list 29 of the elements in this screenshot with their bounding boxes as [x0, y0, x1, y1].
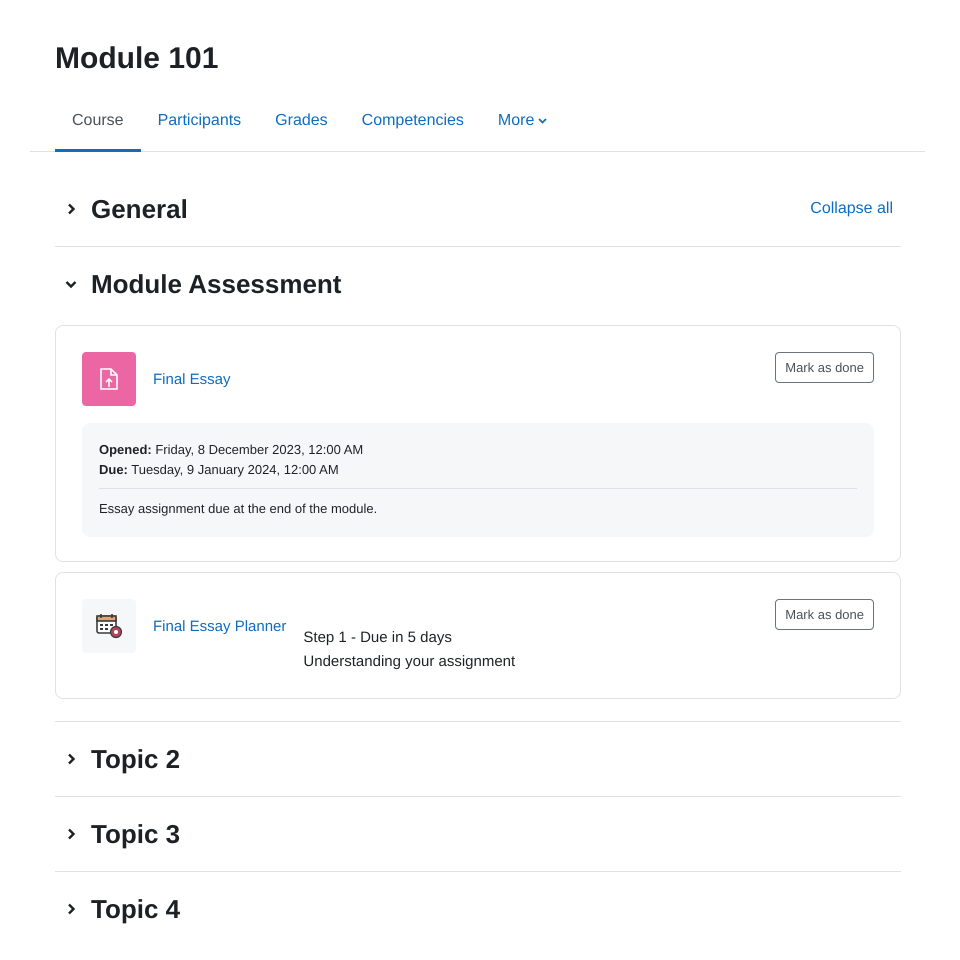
chevron-right-icon[interactable] — [65, 753, 77, 765]
chevron-down-icon[interactable] — [65, 278, 77, 290]
section-title[interactable]: Topic 2 — [91, 744, 901, 774]
caret-icon — [538, 118, 548, 124]
section-title[interactable]: Topic 3 — [91, 818, 901, 850]
activity-link[interactable]: Final Essay Planner — [153, 618, 286, 635]
chevron-right-icon[interactable] — [65, 903, 77, 915]
nav-tab[interactable]: Course — [55, 100, 141, 152]
nav-tab[interactable]: Participants — [140, 100, 258, 152]
section-title[interactable]: Module Assessment — [91, 268, 901, 300]
section-title[interactable]: Topic 4 — [91, 894, 901, 924]
activity-link[interactable]: Final Essay — [153, 371, 231, 388]
mark-as-done-button[interactable]: Mark as done — [775, 352, 874, 383]
nav-tab[interactable]: More — [480, 100, 564, 152]
activity-description: Step 1 - Due in 5 days — [303, 628, 453, 648]
activity-description: Essay assignment due at the end of the module. — [99, 500, 378, 518]
activity-date: Due: Tuesday, 9 January 2024, 12:00 AM — [99, 461, 340, 479]
nav-tab[interactable]: Grades — [258, 100, 345, 152]
activity-description: Understanding your assignment — [303, 652, 516, 672]
section-title[interactable]: General — [91, 194, 810, 224]
chevron-right-icon[interactable] — [65, 828, 77, 840]
file-upload-icon — [99, 368, 119, 390]
mark-as-done-button[interactable]: Mark as done — [775, 599, 874, 630]
page-title: Module 101 — [55, 41, 220, 77]
chevron-right-icon[interactable] — [65, 203, 77, 215]
nav-tab[interactable]: Competencies — [344, 100, 481, 152]
activity-date: Opened: Friday, 8 December 2023, 12:00 AM — [99, 441, 364, 459]
calendar-target-icon — [95, 613, 123, 639]
collapse-all-link[interactable]: Collapse all — [810, 200, 893, 218]
